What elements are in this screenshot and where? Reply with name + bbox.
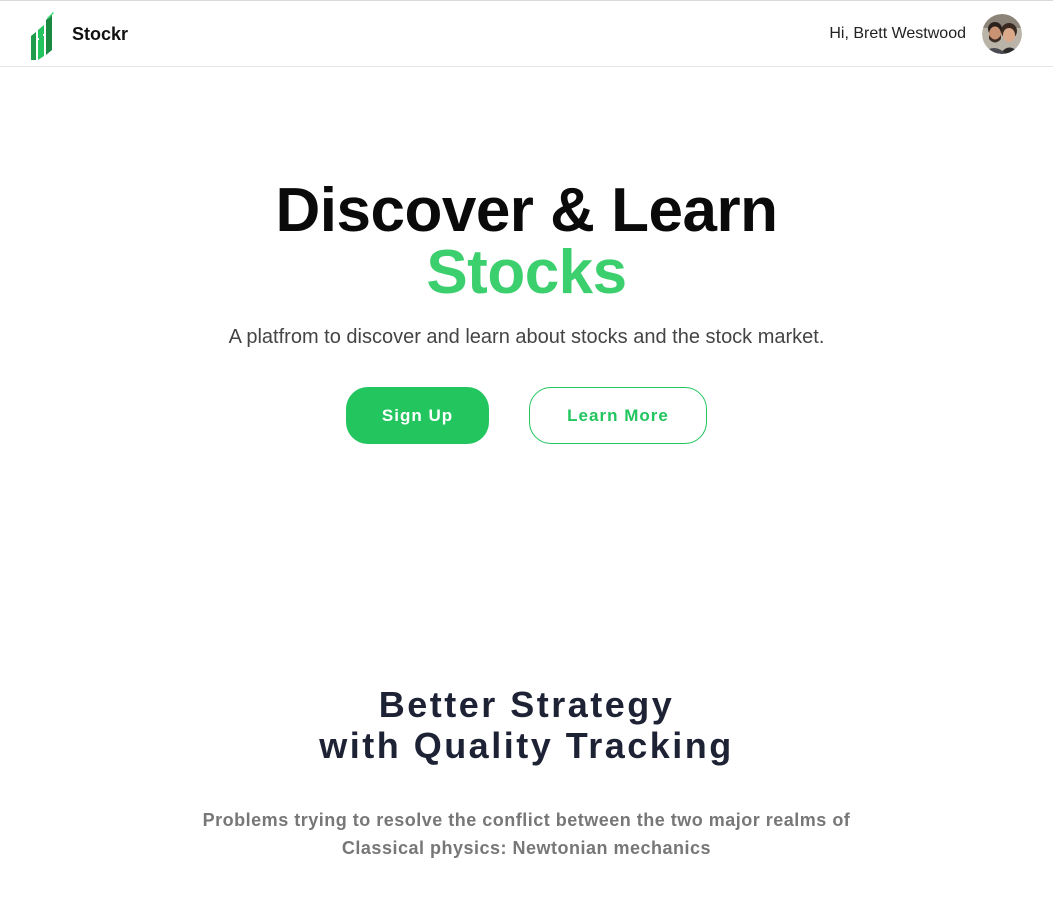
user-greeting: Hi, Brett Westwood — [829, 25, 966, 42]
hero-section: Discover & Learn Stocks A platfrom to di… — [0, 180, 1053, 350]
sign-up-button[interactable]: Sign Up — [346, 387, 489, 444]
bar-chart-logo-icon — [31, 12, 54, 60]
avatar[interactable] — [982, 14, 1022, 54]
features-section: Better Strategy with Quality Tracking Pr… — [0, 684, 1053, 862]
navbar: Stockr Hi, Brett Westwood — [0, 1, 1053, 67]
hero-title: Discover & Learn — [275, 176, 779, 245]
hero-actions: Sign Up Learn More — [0, 387, 1053, 445]
brand-link[interactable]: Stockr — [29, 8, 128, 60]
features-title-line1: Better Strategy — [378, 684, 675, 725]
features-description: Problems trying to resolve the conflict … — [0, 806, 1053, 862]
hero-subtitle: A platfrom to discover and learn about s… — [228, 326, 825, 348]
user-menu[interactable]: Hi, Brett Westwood — [829, 14, 1022, 54]
features-description-line1: Problems trying to resolve the conflict … — [202, 810, 851, 830]
learn-more-button[interactable]: Learn More — [529, 387, 707, 444]
hero-title-accent: Stocks — [426, 238, 627, 307]
features-description-line2: Classical physics: Newtonian mechanics — [341, 838, 712, 858]
features-title-line2: with Quality Tracking — [319, 725, 734, 766]
features-title: Better Strategy with Quality Tracking — [0, 684, 1053, 766]
brand-name: Stockr — [72, 23, 129, 44]
